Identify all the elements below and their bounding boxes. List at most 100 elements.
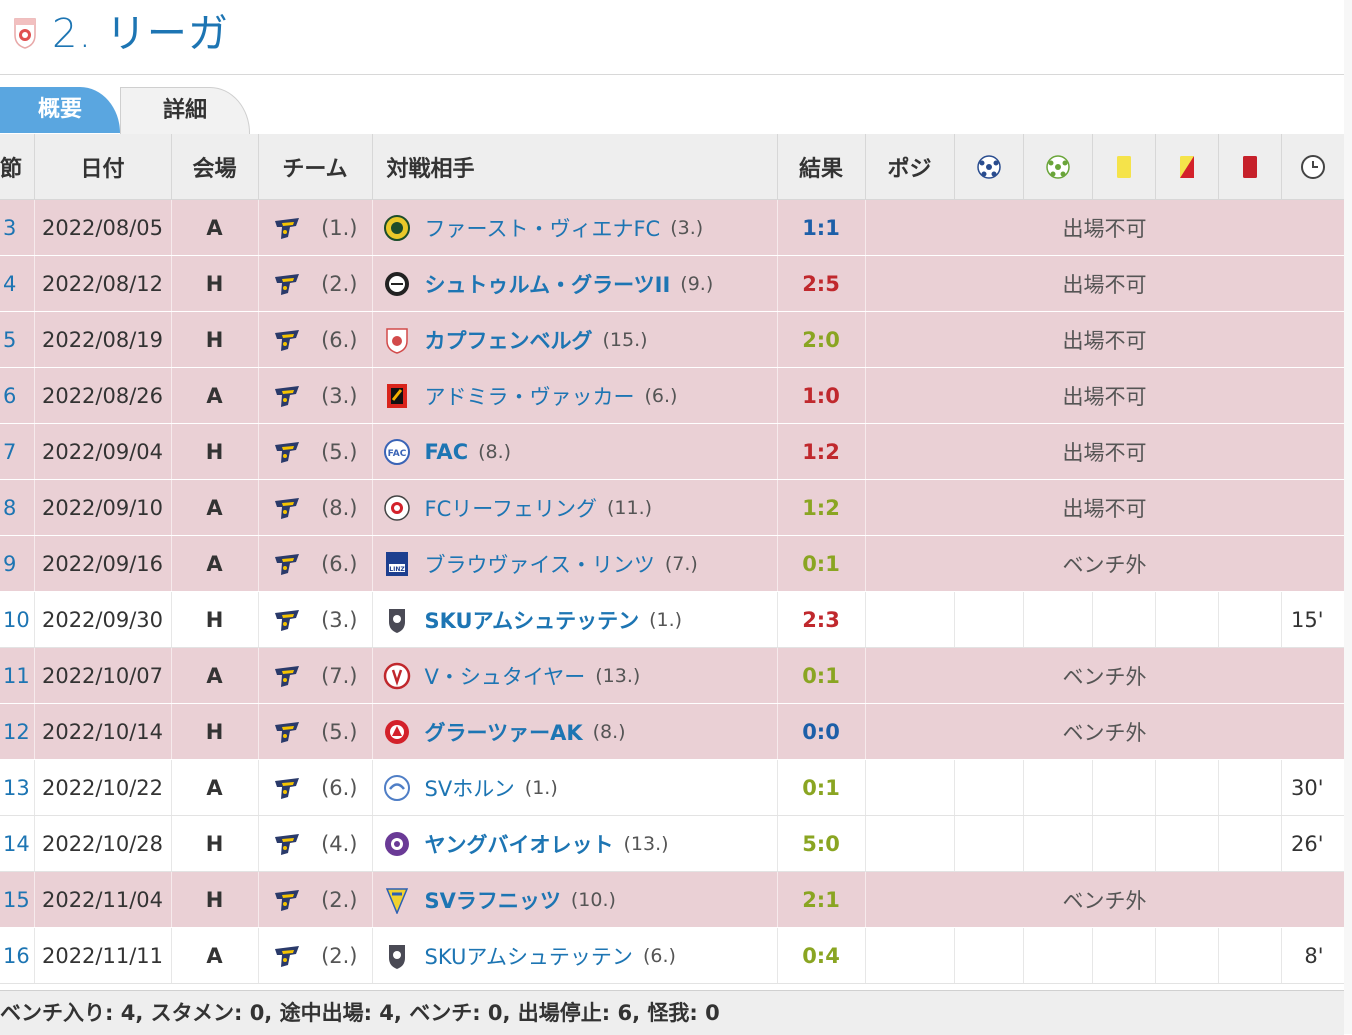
round-link[interactable]: 5 — [0, 311, 35, 368]
own-team-cell[interactable]: (6.) — [258, 759, 373, 816]
match-result-link[interactable]: 0:1 — [777, 647, 866, 704]
header-result[interactable]: 結果 — [777, 134, 866, 200]
table-row[interactable]: 7 2022/09/04 H (5.) FAC FAC (8.) 1:2 出場不可 — [0, 423, 1345, 480]
header-assists[interactable] — [1023, 134, 1093, 200]
table-row[interactable]: 4 2022/08/12 H (2.) シュトゥルム・グラーツII (9.) 2:5 出場不可 — [0, 255, 1345, 312]
header-position[interactable]: ポジ — [865, 134, 955, 200]
own-team-cell[interactable]: (8.) — [258, 479, 373, 536]
opponent-name-link[interactable]: ブラウヴァイス・リンツ — [425, 553, 655, 577]
match-result-link[interactable]: 1:1 — [777, 199, 866, 256]
opponent-cell[interactable]: ヤングバイオレット (13.) — [372, 815, 778, 872]
tab-overview[interactable]: 概要 — [0, 87, 120, 133]
opponent-name-link[interactable]: SKUアムシュテッテン — [425, 609, 640, 633]
own-team-cell[interactable]: (6.) — [258, 535, 373, 592]
opponent-name-link[interactable]: SVホルン — [425, 777, 515, 801]
opponent-cell[interactable]: グラーツァーAK (8.) — [372, 703, 778, 760]
match-result-link[interactable]: 5:0 — [777, 815, 866, 872]
own-team-cell[interactable]: (2.) — [258, 927, 373, 984]
table-row[interactable]: 3 2022/08/05 A (1.) ファースト・ヴィエナFC (3.) 1:1 出場不可 — [0, 199, 1345, 256]
opponent-name-link[interactable]: ファースト・ヴィエナFC — [425, 217, 661, 241]
match-result-link[interactable]: 1:0 — [777, 367, 866, 424]
page-scrollbar[interactable] — [1344, 0, 1352, 1034]
opponent-cell[interactable]: FCリーフェリング (11.) — [372, 479, 778, 536]
match-result-link[interactable]: 2:5 — [777, 255, 866, 312]
header-goals[interactable] — [954, 134, 1024, 200]
header-round[interactable]: 節 — [0, 134, 35, 200]
own-team-cell[interactable]: (3.) — [258, 591, 373, 648]
round-link[interactable]: 4 — [0, 255, 35, 312]
header-venue[interactable]: 会場 — [171, 134, 259, 200]
header-yellow-card[interactable] — [1092, 134, 1156, 200]
tab-details[interactable]: 詳細 — [120, 87, 250, 134]
own-team-cell[interactable]: (5.) — [258, 703, 373, 760]
own-team-cell[interactable]: (7.) — [258, 647, 373, 704]
match-result-link[interactable]: 2:0 — [777, 311, 866, 368]
round-link[interactable]: 6 — [0, 367, 35, 424]
round-link[interactable]: 15 — [0, 871, 35, 928]
opponent-cell[interactable]: SKUアムシュテッテン (1.) — [372, 591, 778, 648]
opponent-cell[interactable]: SVラフニッツ (10.) — [372, 871, 778, 928]
table-row[interactable]: 11 2022/10/07 A (7.) V・シュタイヤー (13.) 0:1 ベンチ外 — [0, 647, 1345, 704]
opponent-name-link[interactable]: FAC — [425, 440, 469, 464]
table-row[interactable]: 8 2022/09/10 A (8.) FCリーフェリング (11.) 1:2 出場不可 — [0, 479, 1345, 536]
round-link[interactable]: 8 — [0, 479, 35, 536]
round-link[interactable]: 12 — [0, 703, 35, 760]
header-team[interactable]: チーム — [258, 134, 373, 200]
table-row[interactable]: 5 2022/08/19 H (6.) カプフェンベルグ (15.) 2:0 出場不可 — [0, 311, 1345, 368]
opponent-cell[interactable]: シュトゥルム・グラーツII (9.) — [372, 255, 778, 312]
header-minutes[interactable] — [1281, 134, 1345, 200]
match-result-link[interactable]: 0:4 — [777, 927, 866, 984]
match-result-link[interactable]: 1:2 — [777, 479, 866, 536]
own-team-cell[interactable]: (6.) — [258, 311, 373, 368]
header-second-yellow[interactable] — [1155, 134, 1219, 200]
opponent-name-link[interactable]: SVラフニッツ — [425, 889, 561, 913]
round-link[interactable]: 16 — [0, 927, 35, 984]
table-row[interactable]: 15 2022/11/04 H (2.) SVラフニッツ (10.) 2:1 ベンチ外 — [0, 871, 1345, 928]
own-team-cell[interactable]: (3.) — [258, 367, 373, 424]
table-row[interactable]: 9 2022/09/16 A (6.) LINZ ブラウヴァイス・リンツ (7.) 0:1 ベン… — [0, 535, 1345, 592]
opponent-cell[interactable]: LINZ ブラウヴァイス・リンツ (7.) — [372, 535, 778, 592]
opponent-name-link[interactable]: グラーツァーAK — [425, 721, 583, 745]
header-date[interactable]: 日付 — [34, 134, 172, 200]
match-result-link[interactable]: 2:1 — [777, 871, 866, 928]
opponent-name-link[interactable]: ヤングバイオレット — [425, 833, 614, 857]
opponent-name-link[interactable]: FCリーフェリング — [425, 497, 597, 521]
match-result-link[interactable]: 0:1 — [777, 535, 866, 592]
round-link[interactable]: 7 — [0, 423, 35, 480]
opponent-cell[interactable]: V・シュタイヤー (13.) — [372, 647, 778, 704]
header-opponent[interactable]: 対戦相手 — [372, 134, 778, 200]
opponent-name-link[interactable]: カプフェンベルグ — [425, 329, 593, 353]
round-link[interactable]: 3 — [0, 199, 35, 256]
opponent-name-link[interactable]: アドミラ・ヴァッカー — [425, 385, 635, 409]
match-result-link[interactable]: 1:2 — [777, 423, 866, 480]
opponent-cell[interactable]: アドミラ・ヴァッカー (6.) — [372, 367, 778, 424]
round-link[interactable]: 14 — [0, 815, 35, 872]
table-row[interactable]: 13 2022/10/22 A (6.) SVホルン (1.) 0:1 30' — [0, 759, 1345, 816]
match-result-link[interactable]: 0:0 — [777, 703, 866, 760]
opponent-name-link[interactable]: V・シュタイヤー — [425, 665, 586, 689]
own-team-cell[interactable]: (5.) — [258, 423, 373, 480]
opponent-cell[interactable]: SVホルン (1.) — [372, 759, 778, 816]
round-link[interactable]: 11 — [0, 647, 35, 704]
table-row[interactable]: 6 2022/08/26 A (3.) アドミラ・ヴァッカー (6.) 1:0 出場不可 — [0, 367, 1345, 424]
table-row[interactable]: 12 2022/10/14 H (5.) グラーツァーAK (8.) 0:0 ベンチ外 — [0, 703, 1345, 760]
opponent-cell[interactable]: FAC FAC (8.) — [372, 423, 778, 480]
match-result-link[interactable]: 0:1 — [777, 759, 866, 816]
opponent-cell[interactable]: SKUアムシュテッテン (6.) — [372, 927, 778, 984]
round-link[interactable]: 13 — [0, 759, 35, 816]
table-row[interactable]: 16 2022/11/11 A (2.) SKUアムシュテッテン (6.) 0:4 8' — [0, 927, 1345, 984]
opponent-cell[interactable]: カプフェンベルグ (15.) — [372, 311, 778, 368]
opponent-name-link[interactable]: シュトゥルム・グラーツII — [425, 273, 671, 297]
match-result-link[interactable]: 2:3 — [777, 591, 866, 648]
own-team-cell[interactable]: (1.) — [258, 199, 373, 256]
table-row[interactable]: 14 2022/10/28 H (4.) ヤングバイオレット (13.) 5:0 26' — [0, 815, 1345, 872]
own-team-cell[interactable]: (2.) — [258, 255, 373, 312]
opponent-name-link[interactable]: SKUアムシュテッテン — [425, 945, 633, 969]
table-row[interactable]: 10 2022/09/30 H (3.) SKUアムシュテッテン (1.) 2:3 15' — [0, 591, 1345, 648]
own-team-cell[interactable]: (2.) — [258, 871, 373, 928]
round-link[interactable]: 9 — [0, 535, 35, 592]
own-team-cell[interactable]: (4.) — [258, 815, 373, 872]
opponent-cell[interactable]: ファースト・ヴィエナFC (3.) — [372, 199, 778, 256]
round-link[interactable]: 10 — [0, 591, 35, 648]
header-red-card[interactable] — [1218, 134, 1282, 200]
